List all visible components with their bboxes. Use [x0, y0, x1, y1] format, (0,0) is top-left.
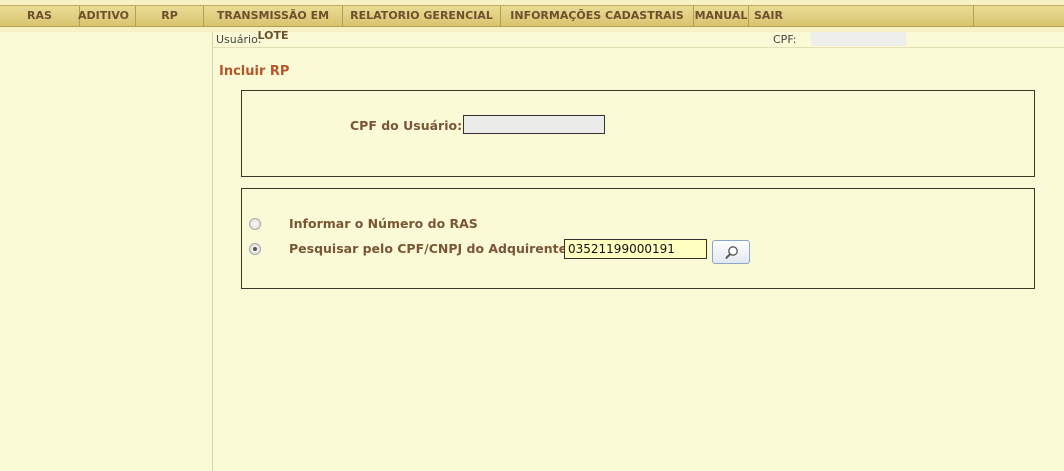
- menu-informacoes-cadastrais[interactable]: INFORMAÇÕES CADASTRAIS: [501, 6, 694, 26]
- menu-relatorio-label: RELATORIO GERENCIAL: [350, 9, 493, 22]
- radio-selected-dot: [253, 247, 257, 251]
- radio-informar-ras[interactable]: [249, 218, 261, 230]
- menu-manual[interactable]: MANUAL: [694, 6, 749, 26]
- menu-relatorio-gerencial[interactable]: RELATORIO GERENCIAL: [343, 6, 501, 26]
- menu-aditivo-label: ADITIVO: [77, 9, 129, 22]
- cpf-usuario-label: CPF do Usuário:: [350, 118, 463, 133]
- search-button[interactable]: [712, 240, 750, 264]
- page-title: Incluir RP: [219, 64, 290, 79]
- menu-aditivo[interactable]: ADITIVO: [72, 6, 136, 26]
- user-label: Usuário:: [216, 33, 262, 46]
- cpf-panel: [241, 90, 1035, 177]
- menu-sair-label: SAIR: [754, 9, 783, 22]
- menu-manual-label: MANUAL: [694, 9, 748, 22]
- radio-pesquisar-cnpj[interactable]: [249, 243, 261, 255]
- sidebar: [0, 32, 213, 471]
- cnpj-adquirente-input[interactable]: 03521199000191: [564, 239, 707, 259]
- cpf-value: [811, 32, 906, 46]
- magnifier-icon: [725, 246, 738, 259]
- cpf-label: CPF:: [773, 33, 797, 46]
- menu-rp[interactable]: RP: [136, 6, 204, 26]
- menu-rp-label: RP: [161, 9, 178, 22]
- menu-ras[interactable]: RAS: [0, 6, 80, 26]
- menu-transmissao-em-lote[interactable]: TRANSMISSÃO EM LOTE: [204, 6, 343, 42]
- cpf-usuario-input[interactable]: [463, 115, 605, 134]
- menu-sair[interactable]: SAIR: [749, 6, 974, 26]
- radio-pesquisar-cnpj-label[interactable]: Pesquisar pelo CPF/CNPJ do Adquirente: [289, 241, 567, 256]
- user-info-bar: Usuário: CPF:: [213, 32, 1064, 48]
- menu-ras-label: RAS: [27, 9, 52, 22]
- main-menu: RAS ADITIVO RP TRANSMISSÃO EM LOTE RELAT…: [0, 5, 1064, 42]
- menu-informacoes-label: INFORMAÇÕES CADASTRAIS: [510, 9, 684, 22]
- radio-informar-ras-label[interactable]: Informar o Número do RAS: [289, 216, 478, 231]
